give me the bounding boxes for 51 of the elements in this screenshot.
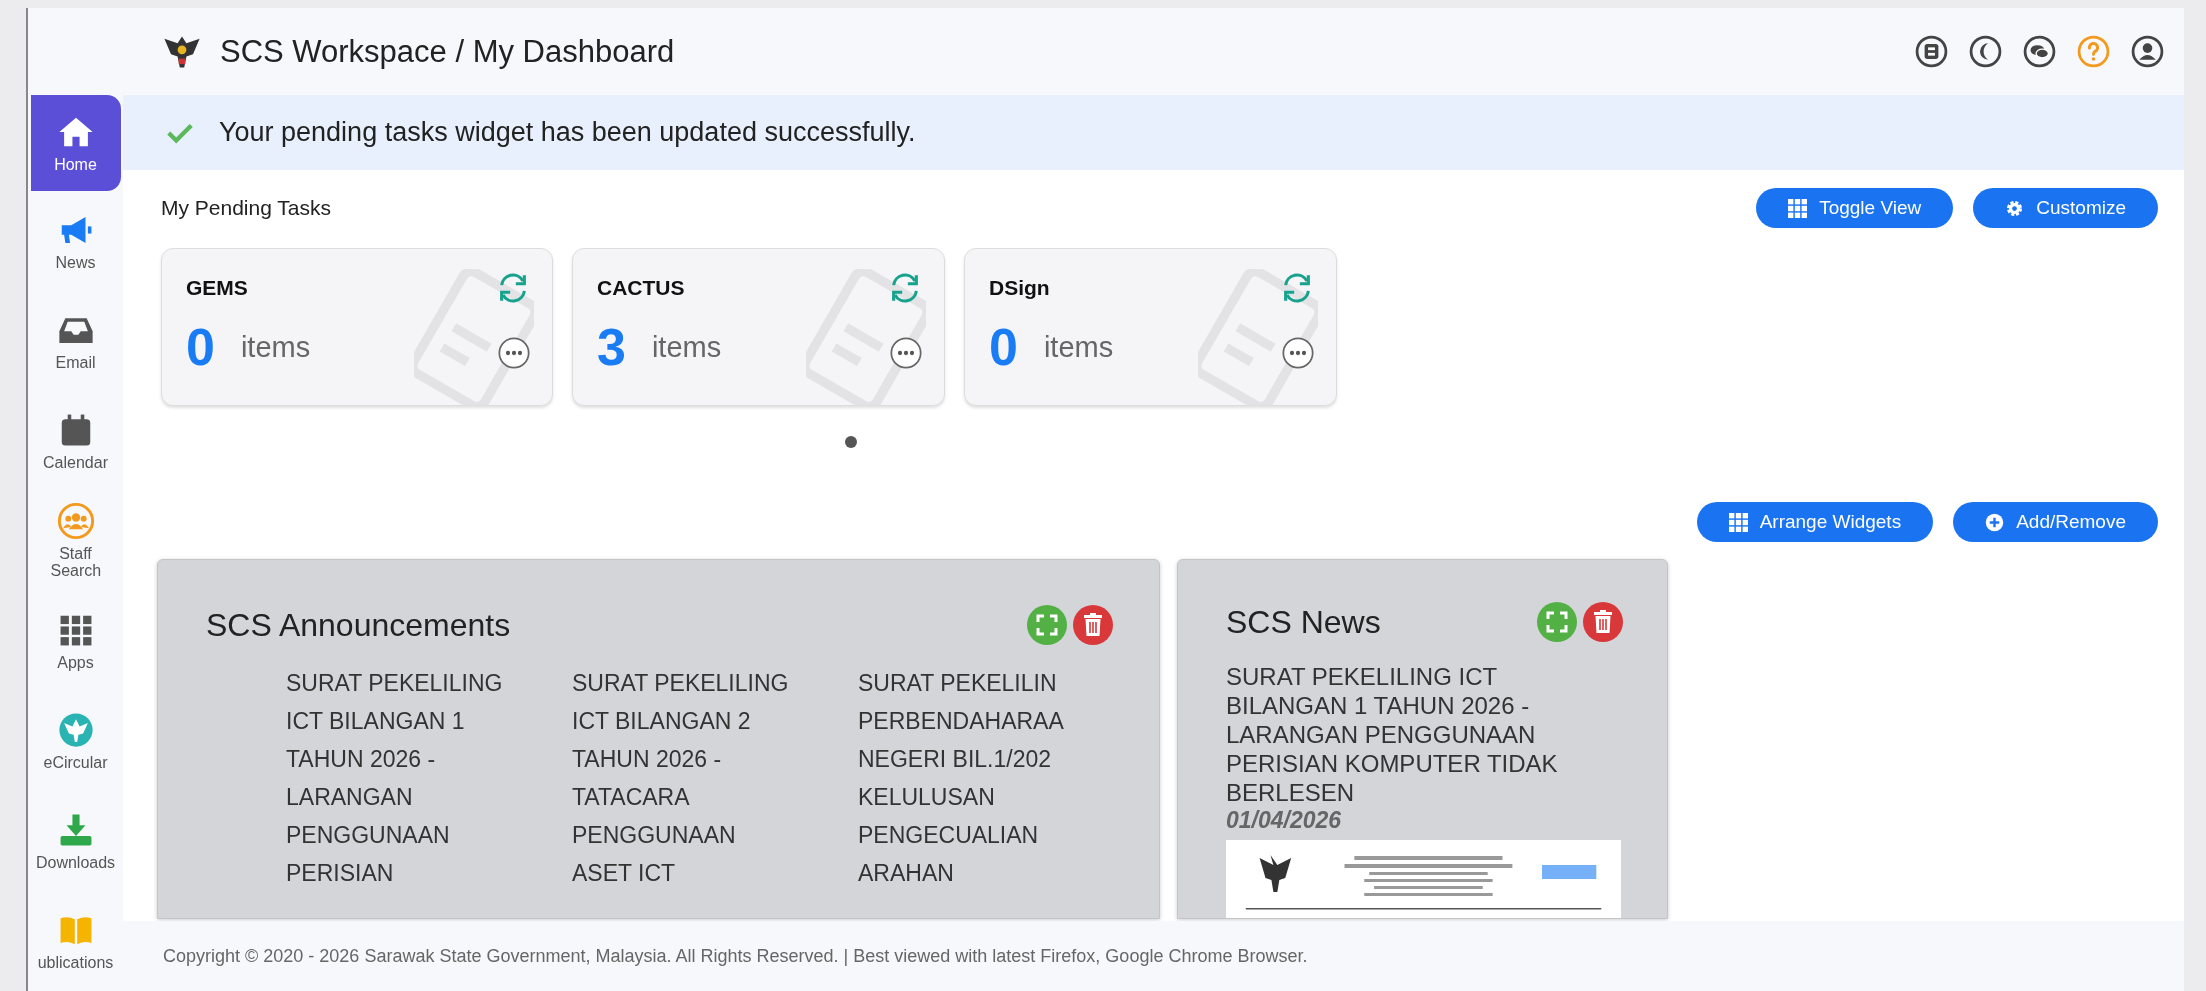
gear-icon (2005, 198, 2025, 218)
grid-icon (1788, 198, 1808, 218)
task-count: 0 (989, 317, 1018, 377)
more-icon[interactable] (498, 337, 530, 369)
fullscreen-icon[interactable] (1027, 605, 1067, 645)
sidebar-item[interactable]: News (30, 191, 121, 291)
news-date: 01/04/2026 (1226, 807, 1343, 834)
add-remove-button[interactable]: Add/Remove (1953, 502, 2158, 542)
moon-icon[interactable] (1969, 35, 2002, 68)
grid-icon (1728, 512, 1748, 532)
delete-icon[interactable] (1583, 602, 1623, 642)
widget-title: SCS Announcements (206, 606, 511, 644)
sidebar-item[interactable]: Home (30, 95, 121, 191)
sidebar-item[interactable]: Apps (30, 591, 121, 691)
task-count: 3 (597, 317, 626, 377)
toggle-view-button[interactable]: Toggle View (1756, 188, 1954, 228)
sidebar-item[interactable]: Staff Search (30, 491, 121, 591)
count-unit: items (240, 330, 311, 364)
carousel-dot[interactable] (845, 436, 857, 448)
customize-button[interactable]: Customize (1973, 188, 2158, 228)
section-title: My Pending Tasks (161, 196, 332, 220)
emblem-icon (56, 710, 95, 749)
badge-icon[interactable] (1915, 35, 1948, 68)
people-icon (56, 502, 95, 541)
announcement-link[interactable]: SURAT PEKELILIN PERBENDAHARAA NEGERI BIL.1/202 KELULUSAN PENGECUALIAN ARAHAN (858, 664, 1068, 892)
arrange-widgets-button[interactable]: Arrange Widgets (1696, 502, 1934, 542)
news-headline[interactable]: SURAT PEKELILING ICT BILANGAN 1 TAHUN 2026 - LARANGAN PENGGUNAAN PERISIAN KOMPUTER TIDAK BERLESEN (1226, 662, 1621, 807)
count-unit: items (651, 330, 722, 364)
footer-text: Copyright © 2020 - 2026 Sarawak State Government, Malaysia. All Rights Reserved. | Best viewed with latest Firefox, Google Chrome Browser. (163, 945, 1308, 967)
widget-title: SCS News (1226, 603, 1381, 641)
task-count: 0 (186, 317, 215, 377)
announcement-link[interactable]: SURAT PEKELILING ICT BILANGAN 2 TAHUN 2026 - TATACARA PENGGUNAAN ASET ICT (572, 664, 858, 892)
chat-icon[interactable] (2023, 35, 2056, 68)
user-icon[interactable] (2131, 35, 2164, 68)
alert-message: Your pending tasks widget has been updated successfully. (219, 117, 916, 148)
sidebar-item[interactable]: Downloads (28, 791, 123, 891)
announcement-link[interactable]: SURAT PEKELILING ICT BILANGAN 1 TAHUN 2026 - LARANGAN PENGGUNAAN PERISIAN (286, 664, 572, 892)
card-title: GEMS (186, 276, 248, 300)
count-unit: items (1043, 330, 1114, 364)
page-title: SCS Workspace / My Dashboard (220, 33, 675, 70)
delete-icon[interactable] (1073, 605, 1113, 645)
sidebar-item[interactable]: Calendar (30, 391, 121, 491)
sidebar-item[interactable]: ublications (28, 891, 123, 991)
card-title: CACTUS (597, 276, 685, 300)
plus-icon (1985, 512, 2005, 532)
more-icon[interactable] (890, 337, 922, 369)
card-title: DSign (989, 276, 1050, 300)
more-icon[interactable] (1282, 337, 1314, 369)
sidebar-item[interactable]: Email (30, 291, 121, 391)
fullscreen-icon[interactable] (1537, 602, 1577, 642)
sidebar-item[interactable]: eCircular (30, 691, 121, 791)
